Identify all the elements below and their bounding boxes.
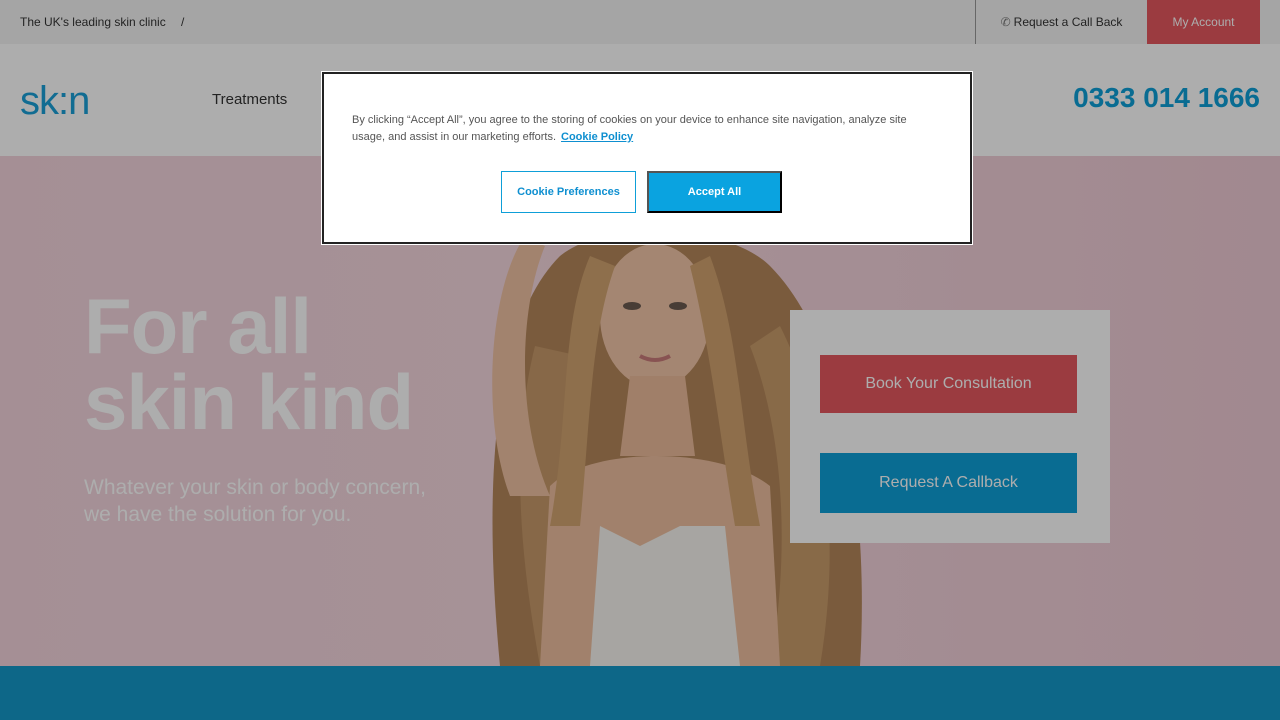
cookie-consent-dialog: By clicking “Accept All”, you agree to t… — [321, 71, 973, 245]
cookie-preferences-button[interactable]: Cookie Preferences — [501, 171, 636, 213]
cookie-consent-text: By clicking “Accept All”, you agree to t… — [352, 112, 942, 146]
cookie-policy-link[interactable]: Cookie Policy — [561, 131, 633, 143]
accept-all-cookies-button[interactable]: Accept All — [647, 171, 782, 213]
